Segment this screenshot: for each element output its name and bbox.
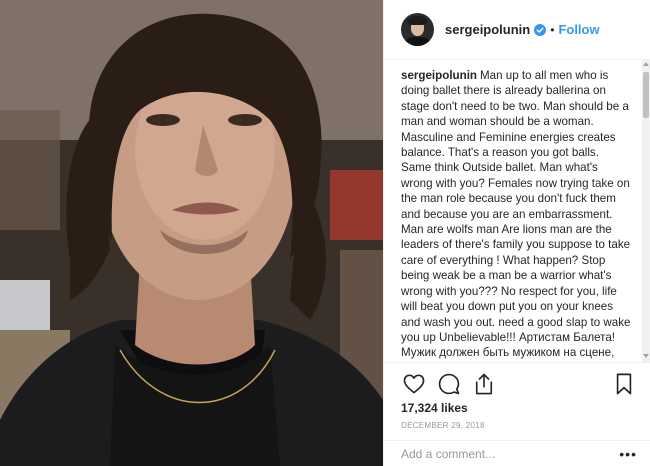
post-details-panel: sergeipolunin • Follow sergeipolunin Man … [383, 0, 650, 466]
comment-box: ••• [384, 440, 650, 466]
caption: sergeipolunin Man up to all men who is do… [401, 68, 631, 362]
caption-username-link[interactable]: sergeipolunin [401, 69, 477, 82]
share-icon[interactable] [471, 371, 497, 397]
comment-icon[interactable] [436, 371, 462, 397]
avatar[interactable] [401, 13, 434, 46]
action-bar [384, 362, 650, 404]
caption-scrollbar[interactable] [642, 60, 650, 362]
heart-icon[interactable] [401, 371, 427, 397]
likes-count[interactable]: 17,324 likes [401, 401, 468, 415]
separator-dot: • [550, 22, 555, 37]
verified-badge-icon [534, 23, 547, 36]
follow-button[interactable]: Follow [558, 22, 599, 37]
post-date[interactable]: December 29, 2018 [401, 421, 485, 430]
scrollbar-thumb[interactable] [643, 72, 649, 118]
post-header: sergeipolunin • Follow [384, 0, 650, 60]
scroll-up-arrow-icon[interactable] [643, 62, 649, 66]
comment-input[interactable] [401, 446, 620, 461]
more-options-icon[interactable]: ••• [619, 446, 637, 462]
post-photo[interactable] [0, 0, 383, 466]
bookmark-icon[interactable] [611, 371, 637, 397]
username-link[interactable]: sergeipolunin [445, 22, 530, 37]
caption-area[interactable]: sergeipolunin Man up to all men who is do… [384, 60, 650, 362]
photo-illustration [0, 0, 383, 466]
caption-text: Man up to all men who is doing ballet th… [401, 69, 631, 362]
scroll-down-arrow-icon[interactable] [643, 354, 649, 358]
